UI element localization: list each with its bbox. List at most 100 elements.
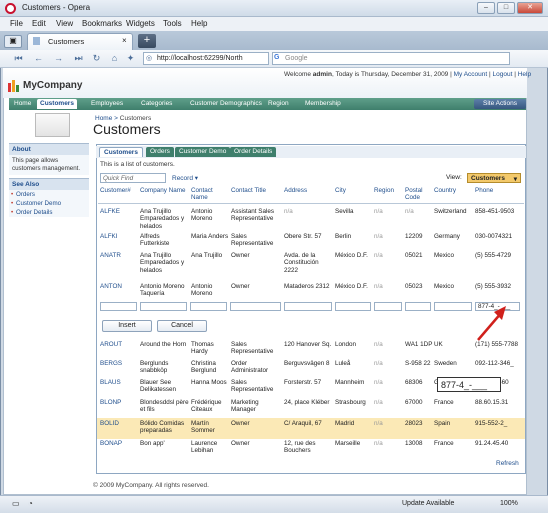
tab-orders[interactable]: Orders: [146, 147, 174, 157]
view-selector[interactable]: Customers ▾: [467, 173, 521, 183]
menu-bookmarks[interactable]: Bookmarks: [82, 19, 122, 28]
customer-id-link[interactable]: AROUT: [100, 341, 138, 348]
insert-city-input[interactable]: [335, 302, 371, 311]
table-cell: Antonio Moreno Taquería: [140, 283, 185, 298]
col-city[interactable]: City: [335, 187, 346, 194]
table-cell: London: [335, 341, 357, 348]
col-customer[interactable]: Customer#: [100, 187, 131, 194]
table-cell: n/a: [374, 208, 383, 215]
table-cell: Sales Representative: [231, 379, 274, 394]
fast-forward-icon[interactable]: ⏭: [72, 52, 85, 65]
menu-file[interactable]: File: [10, 19, 23, 28]
table-cell: Assistant Sales Representative: [231, 208, 275, 223]
logout-link[interactable]: Logout: [493, 71, 513, 78]
table-cell: Antonio Moreno: [191, 208, 213, 223]
table-cell: n/a: [405, 208, 414, 215]
sidebar-link-orders[interactable]: Orders: [9, 190, 89, 199]
close-button[interactable]: ✕: [517, 2, 543, 14]
menu-edit[interactable]: Edit: [32, 19, 46, 28]
table-cell: 12209: [405, 233, 423, 240]
back-icon[interactable]: ←: [32, 52, 45, 65]
col-company[interactable]: Company Name: [140, 187, 186, 194]
table-cell: México D.F.: [335, 252, 368, 259]
menu-view[interactable]: View: [56, 19, 73, 28]
zoom-level[interactable]: 100%: [500, 500, 518, 507]
my-account-link[interactable]: My Account: [454, 71, 488, 78]
insert-country-input[interactable]: [434, 302, 472, 311]
nav-membership[interactable]: Membership: [302, 99, 344, 109]
nav-home[interactable]: Home: [11, 99, 34, 109]
menu-help[interactable]: Help: [191, 19, 207, 28]
table-cell: 05023: [405, 283, 423, 290]
nav-categories[interactable]: Categories: [138, 99, 175, 109]
tab-customer-demo[interactable]: Customer Demo: [175, 147, 231, 157]
col-phone[interactable]: Phone: [475, 187, 493, 194]
site-actions-button[interactable]: Site Actions: [474, 99, 526, 109]
maximize-button[interactable]: □: [497, 2, 515, 14]
globe-icon: ◎: [146, 55, 153, 62]
record-menu[interactable]: Record ▾: [172, 174, 198, 182]
search-input[interactable]: Google: [272, 52, 510, 65]
customer-id-link[interactable]: BOLID: [100, 420, 138, 427]
home-icon[interactable]: ⌂: [108, 52, 121, 65]
customer-id-link[interactable]: ALFKE: [100, 208, 138, 215]
menu-tools[interactable]: Tools: [163, 19, 182, 28]
panels-icon[interactable]: ▭: [12, 499, 20, 508]
insert-contact-input[interactable]: [190, 302, 227, 311]
col-address[interactable]: Address: [284, 187, 307, 194]
table-cell: Blauer See Delikatessen: [140, 379, 177, 394]
customer-id-link[interactable]: BERGS: [100, 360, 138, 367]
nav-customer-demographics[interactable]: Customer Demographics: [187, 99, 265, 109]
address-input[interactable]: http://localhost:62299/North: [143, 52, 269, 65]
menu-widgets[interactable]: Widgets: [126, 19, 155, 28]
forward-icon[interactable]: →: [52, 52, 65, 65]
nav-customers[interactable]: Customers: [37, 99, 77, 109]
insert-postal-input[interactable]: [405, 302, 431, 311]
table-cell: n/a: [374, 360, 383, 367]
tab-close-icon[interactable]: ×: [122, 36, 127, 45]
col-region[interactable]: Region: [374, 187, 394, 194]
cancel-button[interactable]: Cancel: [157, 320, 207, 332]
customer-id-link[interactable]: ANATR: [100, 252, 138, 259]
minimize-button[interactable]: –: [477, 2, 495, 14]
col-postal[interactable]: Postal Code: [405, 187, 429, 201]
quick-find-input[interactable]: Quick Find: [100, 173, 166, 183]
rewind-icon[interactable]: ⏮: [12, 52, 25, 65]
wand-icon[interactable]: ✦: [124, 52, 137, 65]
table-cell: 28023: [405, 420, 423, 427]
sidebar-link-order-details[interactable]: Order Details: [9, 208, 89, 217]
speed-dial-icon[interactable]: ◔: [28, 499, 33, 508]
col-contact-title[interactable]: Contact Title: [231, 187, 266, 194]
customer-id-link[interactable]: BLONP: [100, 399, 138, 406]
table-cell: Order Administrator: [231, 360, 269, 375]
table-cell: n/a: [374, 233, 383, 240]
reload-icon[interactable]: ↻: [90, 52, 103, 65]
about-text: This page allows customers management.: [9, 155, 89, 175]
new-tab-button[interactable]: +: [138, 34, 156, 48]
insert-region-input[interactable]: [374, 302, 402, 311]
insert-customer-input[interactable]: [100, 302, 137, 311]
refresh-link[interactable]: Refresh: [496, 460, 519, 467]
nav-employees[interactable]: Employees: [88, 99, 126, 109]
nav-region[interactable]: Region: [265, 99, 292, 109]
customer-id-link[interactable]: ANTON: [100, 283, 138, 290]
table-cell: Germany: [434, 233, 460, 240]
brand-name: MyCompany: [23, 80, 83, 91]
customer-id-link[interactable]: BLAUS: [100, 379, 138, 386]
insert-button[interactable]: Insert: [102, 320, 152, 332]
insert-company-input[interactable]: [140, 302, 187, 311]
tab-order-details[interactable]: Order Details: [230, 147, 277, 157]
help-link[interactable]: Help: [518, 71, 531, 78]
customer-id-link[interactable]: ALFKI: [100, 233, 138, 240]
update-status[interactable]: Update Available: [402, 500, 454, 507]
col-country[interactable]: Country: [434, 187, 456, 194]
insert-address-input[interactable]: [284, 302, 332, 311]
table-cell: Maria Anders: [191, 233, 229, 240]
col-contact-name[interactable]: Contact Name: [191, 187, 225, 201]
sidebar-link-customer-demo[interactable]: Customer Demo: [9, 199, 89, 208]
panel-toggle-icon[interactable]: ▣: [4, 35, 22, 48]
customer-id-link[interactable]: BONAP: [100, 440, 138, 447]
insert-title-input[interactable]: [230, 302, 281, 311]
tab-customers[interactable]: Customers: [99, 147, 143, 157]
browser-tab[interactable]: Customers ×: [27, 33, 133, 50]
